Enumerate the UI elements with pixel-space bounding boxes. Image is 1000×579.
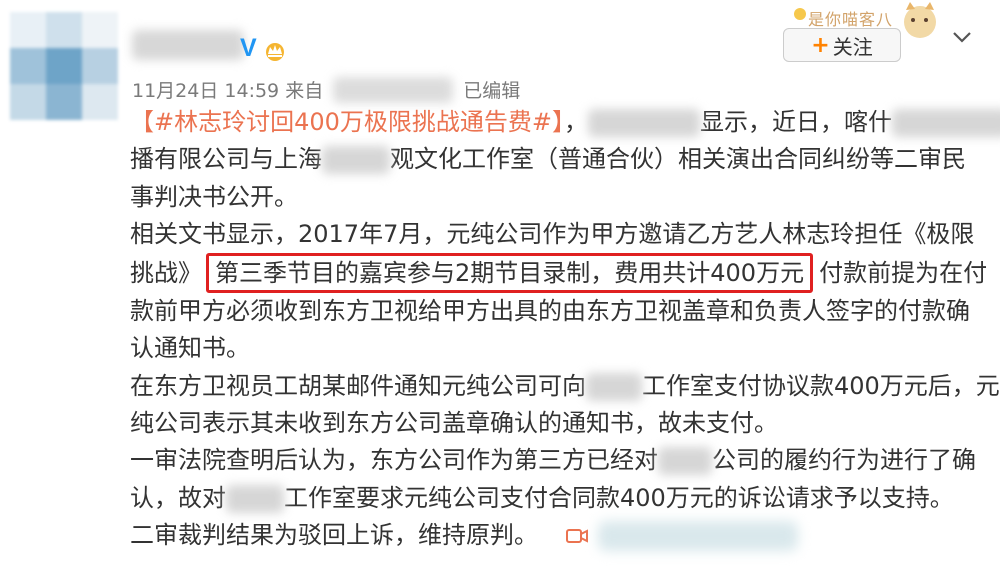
body-line-2: 播有限公司与上海 观文化工作室（普通合伙）相关演出合同纠纷等二审民: [130, 145, 966, 175]
post-meta: 11月24日 14:59 来自 已编辑: [132, 76, 520, 103]
body-line-6: 款前甲方必须收到东方卫视给甲方出具的由东方卫视盖章和负责人签字的付款确: [130, 297, 970, 326]
body-line-1: 【#林志玲讨回400万极限挑战通告费#】，显示，近日，喀什传: [130, 104, 1000, 141]
verified-badge: V: [240, 34, 257, 62]
follow-button[interactable]: + 关注: [783, 28, 901, 62]
chevron-down-icon[interactable]: [952, 30, 972, 44]
edited-label[interactable]: 已编辑: [463, 80, 520, 102]
post-time[interactable]: 11月24日 14:59: [132, 80, 279, 102]
crown-icon: [266, 43, 284, 61]
body-line-5: 挑战》 第三季节目的嘉宾参与2期节目录制，费用共计400万元 付款前提为在付: [130, 253, 987, 294]
blurred-text: [586, 372, 642, 401]
follow-label: 关注: [832, 34, 873, 59]
blurred-text: [588, 109, 701, 137]
post-body: 【#林志玲讨回400万极限挑战通告费#】，显示，近日，喀什传 播有限公司与上海观…: [130, 104, 1000, 554]
plus-icon: +: [811, 32, 830, 58]
body-line-9: 纯公司表示其未收到东方公司盖章确认的通知书，故未支付。: [130, 409, 778, 438]
username-blurred[interactable]: [132, 30, 244, 60]
body-line-3: 事判决书公开。: [130, 182, 298, 211]
blurred-text: [226, 484, 284, 513]
topic-link[interactable]: 【#林志玲讨回400万极限挑战通告费#】: [130, 108, 564, 136]
decoration-text: 是你喵客八: [808, 10, 894, 29]
body-line-10: 一审法院查明后认为，东方公司作为第三方已经对 公司的履约行为进行了确: [130, 446, 976, 476]
source-prefix: 来自: [285, 80, 324, 102]
body-line-11: 认，故对 工作室要求元纯公司支付合同款400万元的诉讼请求予以支持。: [130, 483, 954, 513]
body-line-8: 在东方卫视员工胡某邮件通知元纯公司可向 工作室支付协议款400万元后，元: [130, 371, 1000, 401]
video-link-blurred[interactable]: [598, 520, 798, 551]
body-line-4: 相关文书显示，2017年7月，元纯公司作为甲方邀请乙方艺人林志玲担任《极限: [130, 219, 975, 248]
blurred-text: [658, 447, 712, 476]
blurred-text: [322, 146, 390, 175]
body-line-12: 二审裁判结果为驳回上诉，维持原判。: [130, 517, 985, 554]
avatar[interactable]: [10, 12, 118, 120]
blurred-text: [892, 109, 1000, 137]
body-line-7: 认通知书。: [130, 334, 250, 363]
highlighted-fee-text: 第三季节目的嘉宾参与2期节目录制，费用共计400万元: [206, 253, 814, 294]
source-blurred[interactable]: [333, 76, 454, 103]
video-icon[interactable]: [566, 528, 588, 544]
